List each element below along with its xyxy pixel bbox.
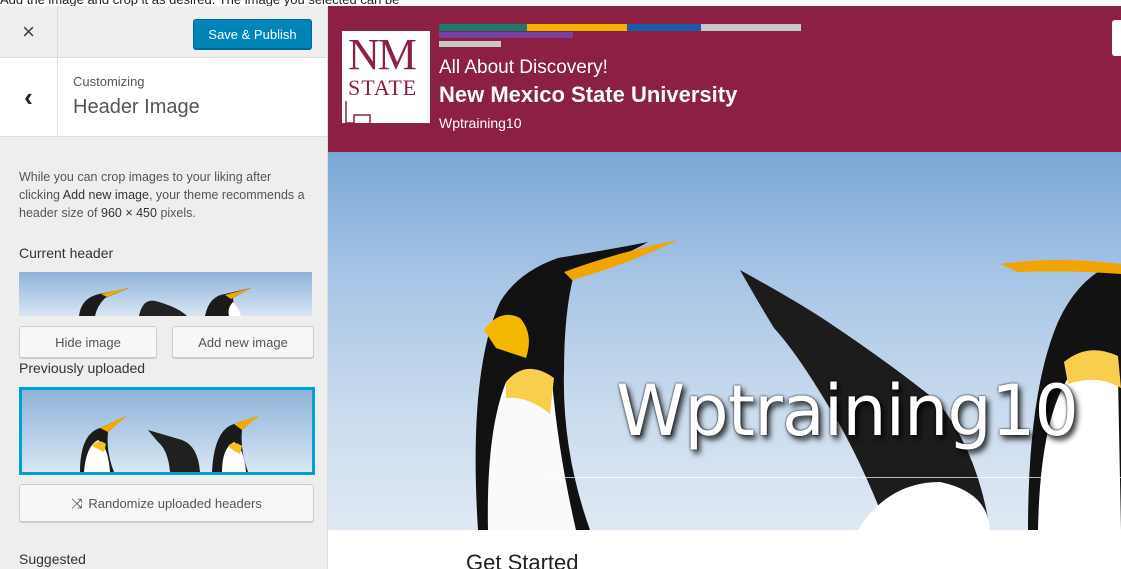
color-bar-purple <box>439 32 573 38</box>
color-bar-gray-short <box>439 41 501 47</box>
hide-image-button[interactable]: Hide image <box>19 326 157 358</box>
university-name[interactable]: New Mexico State University <box>439 82 737 108</box>
current-header-label: Current header <box>19 245 114 261</box>
color-bar-yellow <box>527 24 627 31</box>
customizer-topbar: × Save & Publish <box>0 6 327 58</box>
description-text: pixels. <box>156 206 196 220</box>
previously-uploaded-label: Previously uploaded <box>19 360 146 376</box>
color-bar-gray <box>701 24 801 31</box>
site-tagline: All About Discovery! <box>439 57 608 78</box>
add-new-image-button[interactable]: Add new image <box>172 326 314 358</box>
randomize-label: Randomize uploaded headers <box>88 495 262 511</box>
color-bar-teal <box>439 24 527 31</box>
description-dimensions: 960 × 450 <box>101 206 157 220</box>
penguins-image <box>80 415 260 472</box>
chevron-left-icon: ‹ <box>24 81 33 112</box>
color-bar-blue <box>627 24 701 31</box>
uploaded-header-thumbnail[interactable] <box>19 387 315 475</box>
hero-title: Wptraining10 <box>616 370 1079 452</box>
header-toggle-button[interactable] <box>1112 20 1121 56</box>
site-name[interactable]: Wptraining10 <box>439 115 522 131</box>
description-emphasis: Add new image <box>62 188 149 202</box>
get-started-heading: Get Started <box>466 550 579 569</box>
nmsu-logo[interactable]: NM STATE <box>342 31 430 123</box>
save-publish-button[interactable]: Save & Publish <box>193 19 312 49</box>
penguins-image <box>475 240 1121 530</box>
shuffle-icon: ⤨ <box>71 494 83 511</box>
header-image: Wptraining10 <box>328 152 1121 530</box>
current-header-thumbnail <box>19 272 312 316</box>
close-icon: × <box>22 18 35 44</box>
penguins-image <box>79 287 251 316</box>
section-title: Header Image <box>73 96 200 118</box>
back-button[interactable]: ‹ <box>0 58 58 136</box>
hero-divider <box>546 477 1121 478</box>
site-preview: NM STATE All About Discovery! New Mexico… <box>328 6 1121 569</box>
state-outline-icon <box>345 101 371 123</box>
header-size-description: While you can crop images to your liking… <box>19 168 315 222</box>
suggested-label: Suggested <box>19 551 86 567</box>
breadcrumb: Customizing <box>73 74 145 89</box>
customizer-sidebar: × Save & Publish ‹ Customizing Header Im… <box>0 6 328 569</box>
close-button[interactable]: × <box>0 6 58 57</box>
randomize-headers-button[interactable]: ⤨ Randomize uploaded headers <box>19 484 314 522</box>
section-header: ‹ Customizing Header Image <box>0 58 327 137</box>
site-header: NM STATE All About Discovery! New Mexico… <box>328 6 1121 152</box>
